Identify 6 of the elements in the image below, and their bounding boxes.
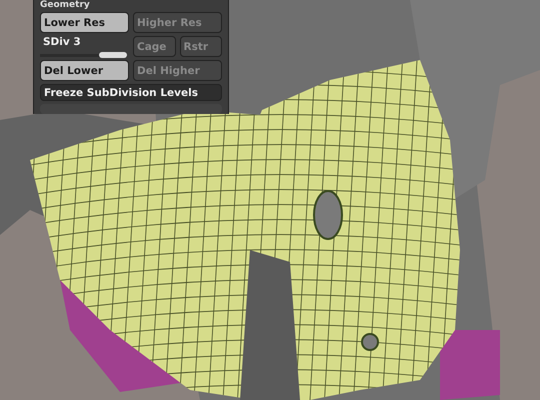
freeze-subdivision-button[interactable]: Freeze SubDivision Levels bbox=[40, 84, 222, 102]
sdiv-label: SDiv 3 bbox=[42, 36, 82, 48]
panel-title: Geometry bbox=[40, 0, 91, 10]
sdiv-slider[interactable] bbox=[40, 54, 127, 57]
lower-res-button[interactable]: Lower Res bbox=[40, 12, 129, 33]
del-lower-button[interactable]: Del Lower bbox=[40, 60, 129, 81]
